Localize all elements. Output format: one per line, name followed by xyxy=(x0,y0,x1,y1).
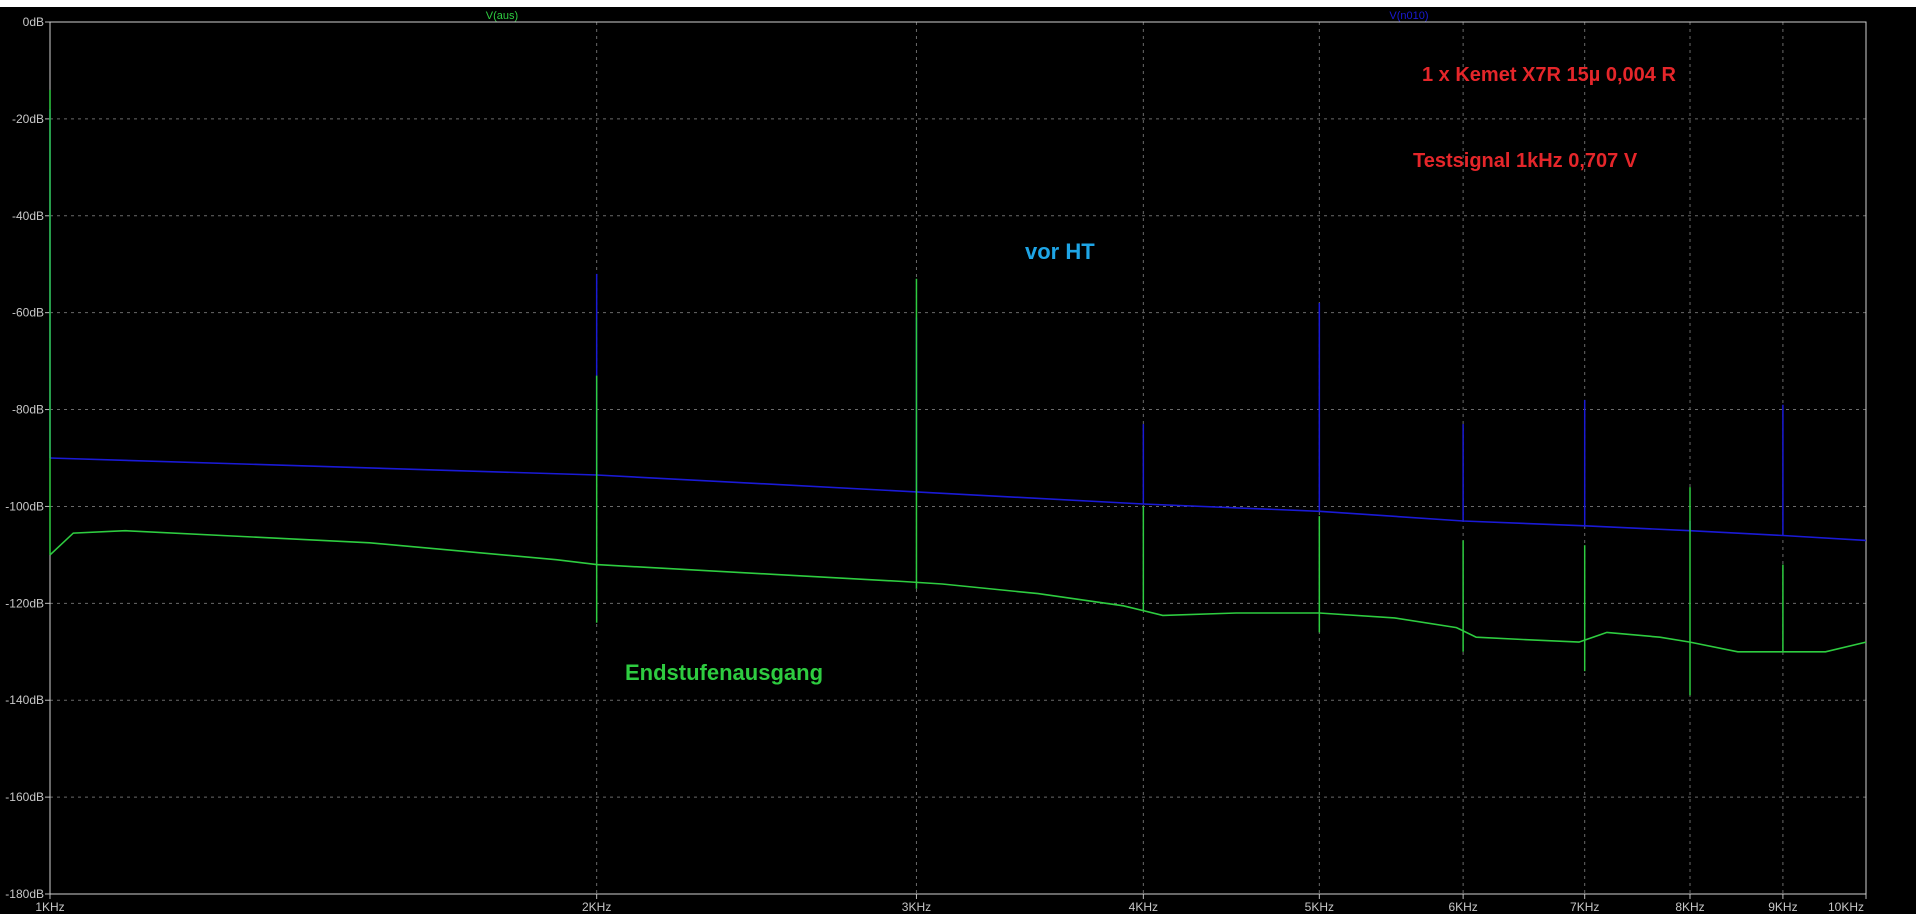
y-tick-label: -120dB xyxy=(5,596,44,610)
x-tick-label: 9KHz xyxy=(1768,900,1797,914)
y-tick-label: -180dB xyxy=(5,887,44,901)
spectrum-plot: 1KHz 2KHz 3KHz 4KHz 5KHz 6KHz 7KHz 8KHz 9KHz 10KH… xyxy=(0,0,1916,914)
y-tick-label: -140dB xyxy=(5,693,44,707)
x-tick-label: 2KHz xyxy=(582,900,611,914)
x-tick-label: 10KHz xyxy=(1828,900,1864,914)
top-bar xyxy=(0,0,1916,7)
x-tick-label: 7KHz xyxy=(1570,900,1599,914)
y-tick-label: -160dB xyxy=(5,790,44,804)
y-tick-label: -20dB xyxy=(12,112,44,126)
legend-v-aus: V(aus) xyxy=(486,10,518,22)
legend-v-n010: V(n010) xyxy=(1389,10,1428,22)
x-tick-label: 3KHz xyxy=(902,900,931,914)
annotation-capacitor: 1 x Kemet X7R 15µ 0,004 R xyxy=(1422,64,1676,86)
annotation-endstufenausgang: Endstufenausgang xyxy=(625,660,823,685)
y-tick-label: -80dB xyxy=(12,403,44,417)
annotation-testsignal: Testsignal 1kHz 0,707 V xyxy=(1413,150,1638,172)
y-tick-label: -100dB xyxy=(5,499,44,513)
annotation-vor-ht: vor HT xyxy=(1025,239,1095,264)
y-tick-label: 0dB xyxy=(23,15,44,29)
y-tick-label: -40dB xyxy=(12,209,44,223)
x-tick-label: 5KHz xyxy=(1305,900,1334,914)
y-tick-label: -60dB xyxy=(12,306,44,320)
x-tick-label: 8KHz xyxy=(1675,900,1704,914)
x-tick-label: 6KHz xyxy=(1448,900,1477,914)
x-tick-label: 4KHz xyxy=(1129,900,1158,914)
x-tick-label: 1KHz xyxy=(35,900,64,914)
